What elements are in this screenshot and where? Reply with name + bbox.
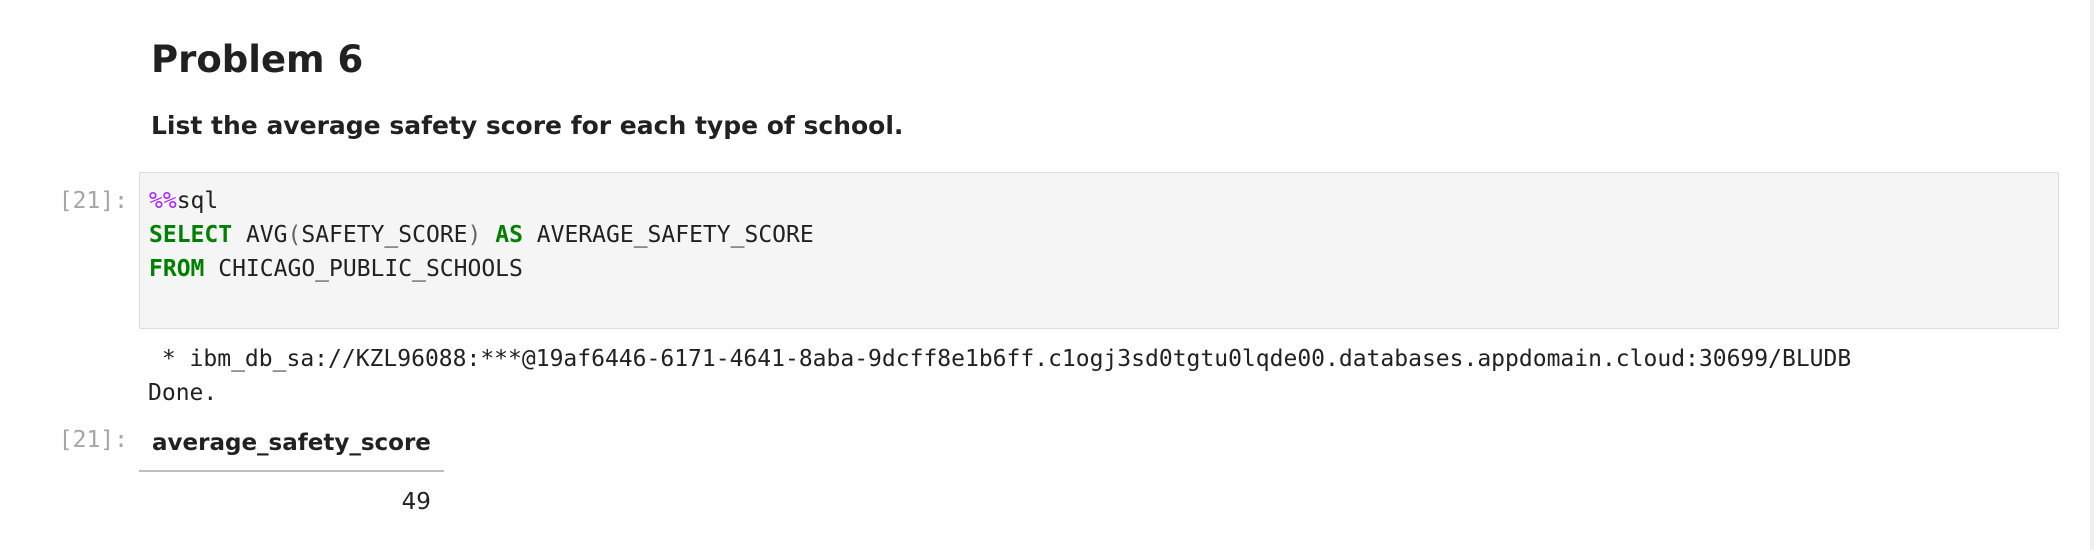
function-argument: SAFETY_SCORE (301, 222, 468, 248)
table-name: CHICAGO_PUBLIC_SCHOOLS (204, 256, 523, 282)
sql-magic-marker: %% (149, 188, 177, 214)
stream-output: * ibm_db_sa://KZL96088:***@19af6446-6171… (148, 342, 1851, 410)
keyword-from: FROM (149, 256, 205, 282)
output-prompt: [21]: (58, 427, 128, 453)
keyword-as: AS (481, 222, 523, 248)
problem-description: List the average safety score for each t… (151, 111, 904, 140)
column-alias: AVERAGE_SAFETY_SCORE (522, 222, 814, 248)
code-editor[interactable]: %%sql SELECT AVG(SAFETY_SCORE) AS AVERAG… (139, 172, 2059, 329)
column-header: average_safety_score (139, 423, 444, 472)
function-avg: AVG (232, 222, 288, 248)
table-cell: 49 (401, 489, 431, 515)
keyword-select: SELECT (149, 222, 233, 248)
input-prompt: [21]: (58, 188, 128, 214)
paren-close: ) (467, 222, 482, 248)
problem-heading: Problem 6 (151, 38, 364, 81)
done-status: Done. (148, 380, 218, 406)
sql-magic-name: sql (176, 188, 219, 214)
connection-string: * ibm_db_sa://KZL96088:***@19af6446-6171… (148, 346, 1852, 372)
scrollbar-track[interactable] (2090, 0, 2094, 550)
code-text[interactable]: %%sql SELECT AVG(SAFETY_SCORE) AS AVERAG… (149, 184, 814, 286)
result-table: average_safety_score 49 (139, 423, 444, 519)
paren-open: ( (287, 222, 302, 248)
table-header-row: average_safety_score (139, 423, 444, 472)
table-row: 49 (139, 471, 444, 519)
